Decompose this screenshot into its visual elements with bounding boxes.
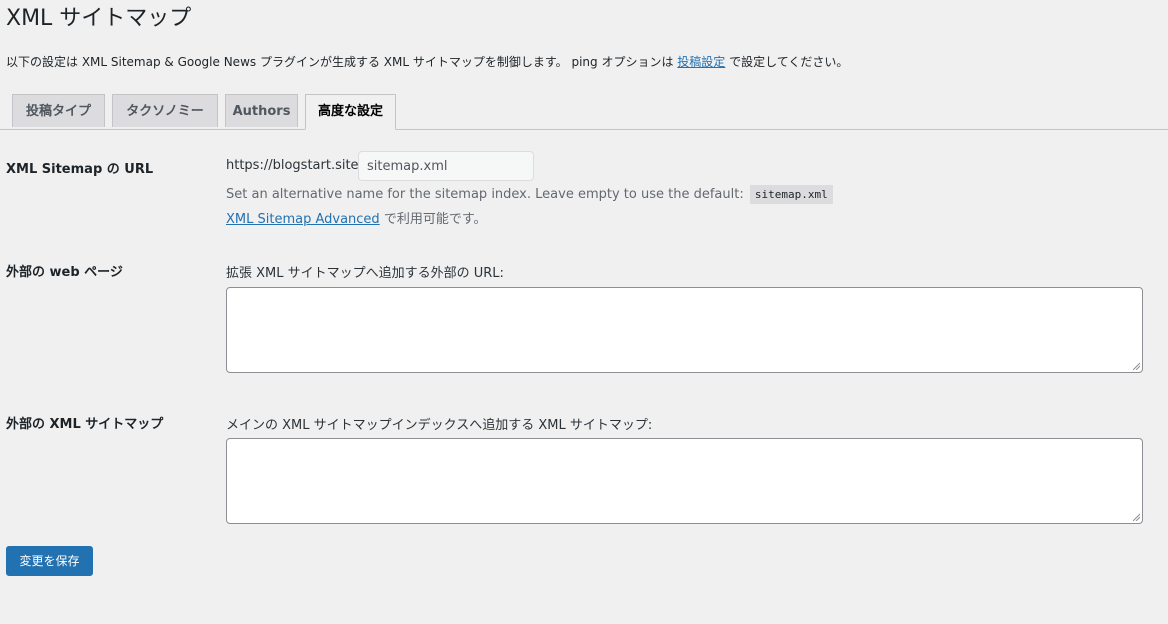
external-pages-label: 外部の web ページ <box>6 265 123 280</box>
sitemap-advanced-note: XML Sitemap Advanced で利用可能です。 <box>226 208 487 227</box>
external-pages-description: 拡張 XML サイトマップへ追加する外部の URL: <box>226 266 504 281</box>
sitemap-base-url: https://blogstart.site/ <box>226 158 363 173</box>
sitemap-url-help: Set an alternative name for the sitemap … <box>226 185 833 204</box>
sitemap-url-label: XML Sitemap の URL <box>6 162 154 177</box>
tab-taxonomies[interactable]: タクソノミー <box>112 94 218 127</box>
save-changes-button[interactable]: 変更を保存 <box>6 546 93 576</box>
external-sitemaps-description: メインの XML サイトマップインデックスへ追加する XML サイトマップ: <box>226 418 653 433</box>
page-description: 以下の設定は XML Sitemap & Google News プラグインが生… <box>6 53 848 71</box>
page-title: XML サイトマップ <box>6 6 192 31</box>
tab-advanced[interactable]: 高度な設定 <box>305 94 396 130</box>
settings-tabs: 投稿タイプ タクソノミー Authors 高度な設定 <box>0 94 1168 130</box>
sitemap-url-help-text: Set an alternative name for the sitemap … <box>226 187 744 202</box>
sitemap-filename-input[interactable] <box>358 151 534 181</box>
resize-grip-icon[interactable] <box>1132 513 1140 521</box>
tab-authors[interactable]: Authors <box>225 94 298 127</box>
description-text-before: 以下の設定は XML Sitemap & Google News プラグインが生… <box>6 55 678 69</box>
writing-settings-link[interactable]: 投稿設定 <box>677 55 725 69</box>
tab-post-types[interactable]: 投稿タイプ <box>12 94 105 127</box>
external-sitemaps-textarea[interactable] <box>226 438 1143 524</box>
external-pages-textarea[interactable] <box>226 287 1143 373</box>
resize-grip-icon[interactable] <box>1132 362 1140 370</box>
description-text-after: で設定してください。 <box>725 55 849 69</box>
external-sitemaps-label: 外部の XML サイトマップ <box>6 417 164 432</box>
advanced-suffix-text: で利用可能です。 <box>379 212 487 227</box>
default-sitemap-code: sitemap.xml <box>749 185 833 204</box>
settings-page: XML サイトマップ 以下の設定は XML Sitemap & Google N… <box>0 0 1168 624</box>
xml-sitemap-advanced-link[interactable]: XML Sitemap Advanced <box>226 212 380 227</box>
